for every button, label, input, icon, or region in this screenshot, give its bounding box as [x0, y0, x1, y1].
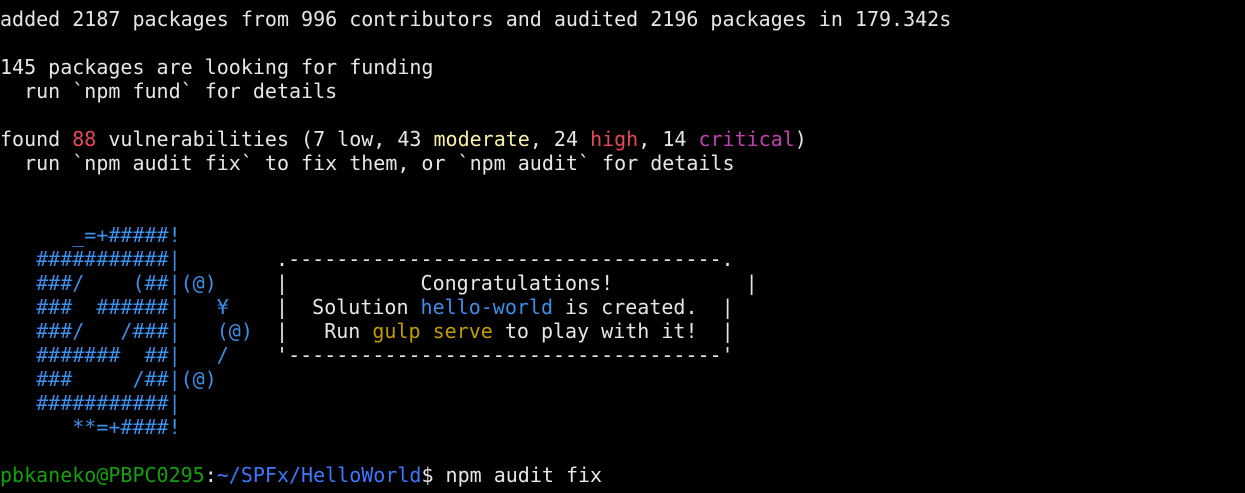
solution-name: hello-world — [420, 295, 553, 319]
npm-added-summary: added 2187 packages from 996 contributor… — [0, 7, 952, 31]
gulp-serve-command: gulp serve — [372, 319, 493, 343]
vulnerability-summary: found 88 vulnerabilities (7 low, 43 mode… — [0, 127, 1245, 151]
box-line-congrats: | Congratulations! | — [264, 271, 758, 295]
banner-line: ### /##|(@) — [0, 367, 1245, 391]
banner-line: ###########| — [0, 391, 1245, 415]
npm-fund-hint: run `npm fund` for details — [0, 79, 338, 103]
severity-high: high — [590, 127, 639, 151]
banner-line: ####### ##| / '-------------------------… — [0, 343, 1245, 367]
sharepoint-ascii-art: ###/ (##|(@) — [0, 271, 217, 295]
banner-line: _=+#####! — [0, 223, 1245, 247]
banner-line: ### ######| ¥ | Solution hello-world is … — [0, 295, 1245, 319]
severity-critical: critical — [698, 127, 795, 151]
npm-funding-summary: 145 packages are looking for funding — [0, 55, 434, 79]
close-paren: ) — [794, 127, 807, 151]
banner-line: **=+####! — [0, 415, 1245, 439]
box-line-run: | Run gulp serve to play with it! | — [264, 319, 734, 343]
box-line-solution: | Solution hello-world is created. | — [264, 295, 734, 319]
command-input[interactable]: npm audit fix — [446, 463, 603, 487]
sharepoint-ascii-art: ###########| — [0, 247, 181, 271]
sharepoint-ascii-art: ###########| — [0, 391, 181, 415]
terminal-window[interactable]: added 2187 packages from 996 contributor… — [0, 0, 1245, 493]
severity-moderate: moderate — [433, 127, 530, 151]
prompt-user-host: pbkaneko@PBPC0295 — [0, 463, 205, 487]
banner-line: ###/ (##|(@) | Congratulations! | — [0, 271, 1245, 295]
vulnerability-text: vulnerabilities (7 — [96, 127, 338, 151]
box-bottom-border: '------------------------------------' — [264, 343, 734, 367]
found-prefix: found — [0, 127, 73, 151]
shell-prompt[interactable]: pbkaneko@PBPC0295:~/SPFx/HelloWorld$ npm… — [0, 463, 1245, 487]
prompt-path: ~/SPFx/HelloWorld — [216, 463, 422, 487]
congratulations-text: Congratulations! — [420, 271, 614, 295]
sharepoint-ascii-art: ###/ /###| (@) — [0, 319, 253, 343]
sharepoint-ascii-art: ### ######| ¥ — [0, 295, 229, 319]
separator: , 24 — [529, 127, 591, 151]
banner-line: ###/ /###| (@) | Run gulp serve to play … — [0, 319, 1245, 343]
sharepoint-ascii-art: **=+####! — [0, 415, 181, 439]
vulnerability-count: 88 — [72, 127, 97, 151]
separator: , 43 — [373, 127, 434, 151]
box-top-border: .------------------------------------. — [264, 247, 734, 271]
sharepoint-ascii-art: ### /##|(@) — [0, 367, 217, 391]
prompt-dollar: $ — [421, 463, 446, 487]
prompt-colon: : — [204, 463, 217, 487]
npm-audit-hint: run `npm audit fix` to fix them, or `npm… — [0, 151, 735, 175]
separator: , 14 — [638, 127, 699, 151]
sharepoint-ascii-art: ####### ##| / — [0, 343, 229, 367]
severity-low: low — [337, 127, 374, 151]
sharepoint-ascii-art: _=+#####! — [0, 223, 181, 247]
banner-line: ###########| .--------------------------… — [0, 247, 1245, 271]
